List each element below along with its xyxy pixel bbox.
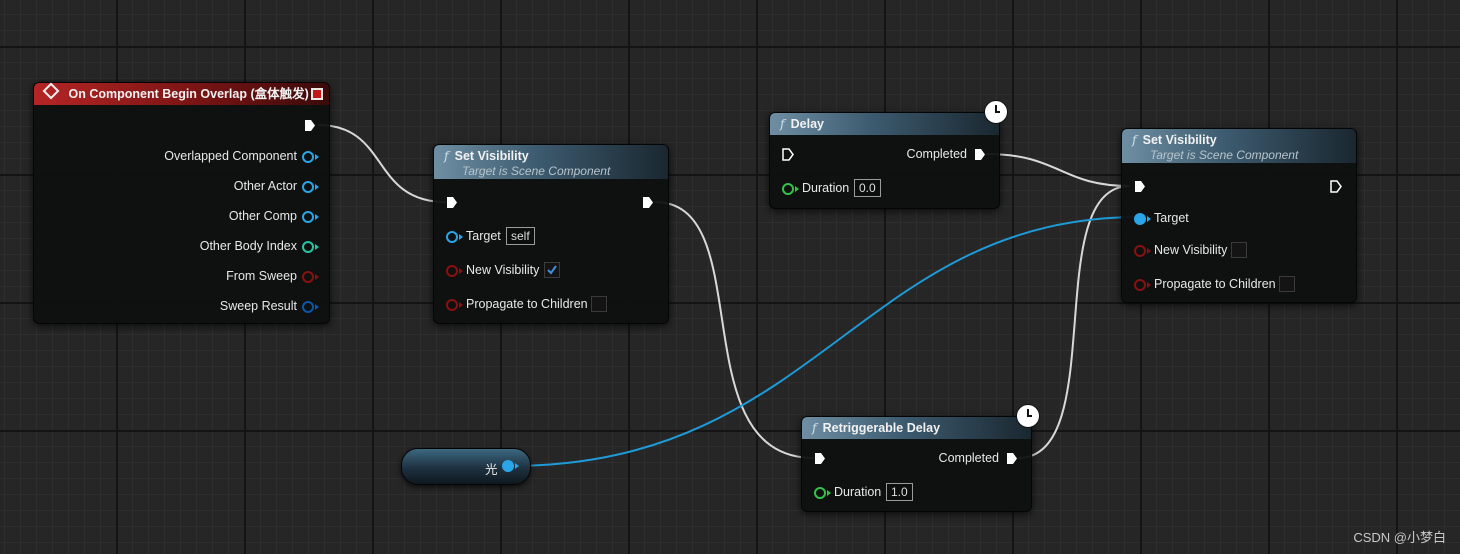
- pin-label-overlapped-component: Overlapped Component: [164, 149, 297, 163]
- function-icon: f: [444, 148, 449, 163]
- pin-arrow-icon: [459, 268, 463, 274]
- retriggerable-delay-header[interactable]: f Retriggerable Delay: [802, 417, 1031, 439]
- exec-in-pin[interactable]: [1134, 180, 1146, 193]
- exec-out-pin[interactable]: [1006, 452, 1018, 465]
- propagate-label: Propagate to Children: [1154, 277, 1276, 291]
- pin-arrow-icon: [315, 214, 319, 220]
- new-visibility-checkbox[interactable]: [544, 262, 560, 278]
- target-label: Target: [466, 229, 501, 243]
- pin-arrow-icon: [795, 186, 799, 192]
- pin-arrow-icon: [515, 463, 519, 469]
- completed-label: Completed: [938, 451, 999, 465]
- set-visibility-2-subtitle: Target is Scene Component: [1150, 148, 1299, 162]
- pin-arrow-icon: [315, 184, 319, 190]
- pin-arrow-icon: [315, 244, 319, 250]
- latent-clock-icon: [984, 100, 1008, 124]
- delay-title: Delay: [790, 117, 824, 131]
- set-visibility-1-title: Set Visibility: [454, 149, 529, 163]
- latent-clock-icon: [1016, 404, 1040, 428]
- event-node-header[interactable]: On Component Begin Overlap (盒体触发): [34, 82, 329, 105]
- watermark: CSDN @小梦白: [1353, 530, 1446, 545]
- new-visibility-pin[interactable]: [1134, 245, 1146, 257]
- variable-name: 光: [485, 463, 498, 477]
- exec-in-pin[interactable]: [446, 196, 458, 209]
- overlapped-component-pin[interactable]: [302, 151, 314, 163]
- function-icon: f: [812, 420, 817, 435]
- pin-label-other-body-index: Other Body Index: [199, 239, 297, 253]
- propagate-label: Propagate to Children: [466, 297, 588, 311]
- new-visibility-label: New Visibility: [466, 263, 540, 277]
- retriggerable-delay-node[interactable]: f Retriggerable Delay Completed Duration …: [801, 416, 1032, 512]
- variable-getter-node[interactable]: 光: [401, 448, 531, 485]
- pin-arrow-icon: [827, 490, 831, 496]
- exec-out-pin[interactable]: [974, 148, 986, 161]
- propagate-pin[interactable]: [446, 299, 458, 311]
- other-actor-pin[interactable]: [302, 181, 314, 193]
- pin-label-other-comp: Other Comp: [228, 209, 297, 223]
- delegate-pin-icon[interactable]: [311, 88, 323, 100]
- pin-arrow-icon: [459, 302, 463, 308]
- propagate-checkbox[interactable]: [591, 296, 607, 312]
- duration-value-box[interactable]: 0.0: [854, 179, 881, 197]
- delay-header[interactable]: f Delay: [770, 113, 999, 135]
- checkmark-icon: [547, 265, 557, 275]
- new-visibility-label: New Visibility: [1154, 243, 1228, 257]
- pin-arrow-icon: [1147, 216, 1151, 222]
- exec-out-pin[interactable]: [642, 196, 654, 209]
- set-visibility-2-title: Set Visibility: [1142, 133, 1217, 147]
- new-visibility-checkbox[interactable]: [1231, 242, 1247, 258]
- pin-label-other-actor: Other Actor: [233, 179, 297, 193]
- propagate-checkbox[interactable]: [1279, 276, 1295, 292]
- event-node-title: On Component Begin Overlap (盒体触发): [68, 87, 309, 101]
- pin-arrow-icon: [315, 154, 319, 160]
- pin-arrow-icon: [1147, 248, 1151, 254]
- exec-in-pin[interactable]: [782, 148, 794, 161]
- duration-value-box[interactable]: 1.0: [886, 483, 913, 501]
- sweep-result-pin[interactable]: [302, 301, 314, 313]
- target-pin[interactable]: [1134, 213, 1146, 225]
- pin-arrow-icon: [1147, 282, 1151, 288]
- duration-pin[interactable]: [814, 487, 826, 499]
- set-visibility-node-2[interactable]: f Set Visibility Target is Scene Componen…: [1121, 128, 1357, 303]
- pin-arrow-icon: [315, 274, 319, 280]
- target-value-box[interactable]: self: [506, 227, 535, 245]
- duration-pin[interactable]: [782, 183, 794, 195]
- variable-output-pin[interactable]: [502, 460, 514, 472]
- delay-node[interactable]: f Delay Completed Duration 0.0: [769, 112, 1000, 209]
- exec-out-pin[interactable]: [1330, 180, 1342, 193]
- target-label: Target: [1154, 211, 1189, 225]
- target-pin[interactable]: [446, 231, 458, 243]
- set-visibility-1-subtitle: Target is Scene Component: [462, 164, 611, 178]
- completed-label: Completed: [906, 147, 967, 161]
- set-visibility-2-header[interactable]: f Set Visibility Target is Scene Componen…: [1122, 129, 1356, 163]
- retriggerable-delay-title: Retriggerable Delay: [822, 421, 941, 435]
- wire-delay-to-setvis2: [985, 153, 1131, 187]
- pin-label-from-sweep: From Sweep: [226, 269, 297, 283]
- set-visibility-node-1[interactable]: f Set Visibility Target is Scene Componen…: [433, 144, 669, 324]
- event-diamond-icon: [42, 82, 60, 100]
- function-icon: f: [1132, 132, 1137, 147]
- duration-label: Duration: [834, 485, 882, 499]
- new-visibility-pin[interactable]: [446, 265, 458, 277]
- from-sweep-pin[interactable]: [302, 271, 314, 283]
- propagate-pin[interactable]: [1134, 279, 1146, 291]
- duration-label: Duration: [802, 181, 850, 195]
- other-comp-pin[interactable]: [302, 211, 314, 223]
- function-icon: f: [780, 116, 785, 131]
- exec-in-pin[interactable]: [814, 452, 826, 465]
- pin-arrow-icon: [459, 234, 463, 240]
- wire-setvis1-to-retrigger: [654, 201, 815, 459]
- pin-label-sweep-result: Sweep Result: [219, 299, 297, 313]
- wire-event-to-setvis1: [317, 124, 447, 203]
- other-body-index-pin[interactable]: [302, 241, 314, 253]
- exec-out-pin[interactable]: [304, 119, 316, 132]
- set-visibility-1-header[interactable]: f Set Visibility Target is Scene Componen…: [434, 145, 668, 179]
- event-node-begin-overlap[interactable]: On Component Begin Overlap (盒体触发) Overla…: [33, 82, 330, 324]
- pin-arrow-icon: [315, 304, 319, 310]
